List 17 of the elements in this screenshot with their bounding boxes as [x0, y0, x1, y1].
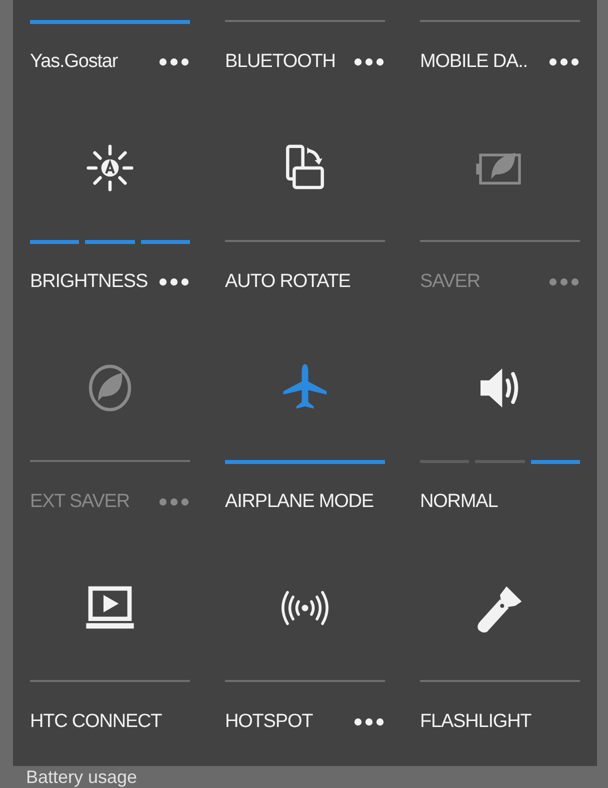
more-options-icon[interactable] [159, 58, 189, 66]
tile-label[interactable]: AIRPLANE MODE [225, 490, 374, 514]
tile-label[interactable]: NORMAL [420, 490, 498, 514]
tile-label[interactable]: MOBILE DA.. [420, 50, 528, 74]
tile-label[interactable]: BLUETOOTH [225, 50, 336, 74]
more-options-icon[interactable] [159, 278, 189, 286]
tile-label[interactable]: BRIGHTNESS [30, 270, 148, 294]
brightness-icon[interactable] [84, 142, 136, 194]
tile-label[interactable]: HOTSPOT [225, 710, 313, 734]
more-options-icon[interactable] [549, 58, 579, 66]
more-options-icon[interactable] [354, 58, 384, 66]
list-item-text: Battery usage [26, 767, 138, 787]
tile-label[interactable]: FLASHLIGHT [420, 710, 532, 734]
tile-label[interactable]: HTC CONNECT [30, 710, 162, 734]
tile-label[interactable]: AUTO ROTATE [225, 270, 350, 294]
more-options-icon[interactable] [354, 718, 384, 726]
tile-label[interactable]: Yas.Gostar [30, 50, 118, 74]
